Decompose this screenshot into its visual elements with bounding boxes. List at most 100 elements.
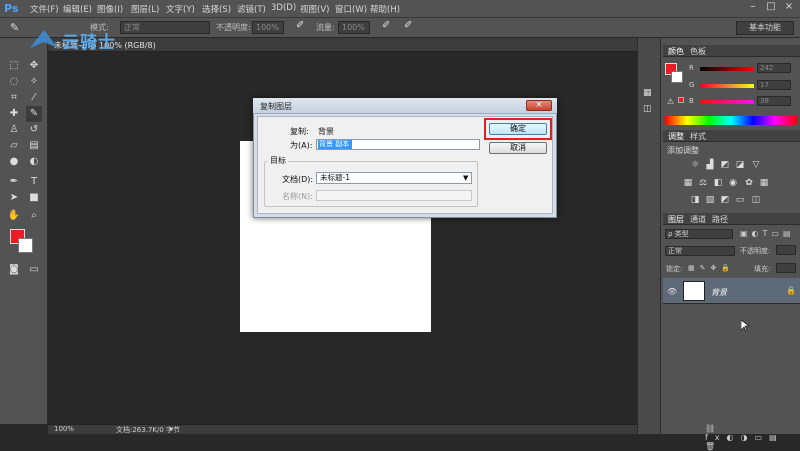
- exposure-icon[interactable]: ◪: [735, 160, 745, 170]
- blur-tool-icon[interactable]: ●: [6, 154, 22, 170]
- brush-preset-icon[interactable]: ✎: [10, 21, 26, 35]
- color-spectrum-bar[interactable]: [665, 116, 797, 125]
- photo-filter-icon[interactable]: ◉: [728, 178, 738, 188]
- pressure-opacity-icon[interactable]: ✐: [296, 20, 304, 31]
- history-brush-tool-icon[interactable]: ↺: [26, 122, 42, 138]
- workspace-select[interactable]: 基本功能: [736, 21, 794, 35]
- screen-mode-icon[interactable]: ▭: [26, 262, 42, 278]
- watermark-text: 云骑士: [62, 33, 116, 53]
- lasso-tool-icon[interactable]: ◌: [6, 74, 22, 90]
- layer-footer-icons[interactable]: ⛓fx◐◑▭▤🗑: [705, 424, 800, 451]
- selective-color-icon[interactable]: ◫: [751, 195, 761, 205]
- copy-source-value: 背景: [318, 127, 334, 136]
- fill-input[interactable]: [776, 263, 796, 273]
- menu-edit[interactable]: 编辑(E): [63, 3, 92, 15]
- curves-icon[interactable]: ◩: [720, 160, 730, 170]
- gradient-map-icon[interactable]: ▭: [735, 195, 745, 205]
- r-slider[interactable]: [700, 67, 754, 71]
- history-panel-icon[interactable]: ▦: [643, 88, 652, 98]
- brightness-icon[interactable]: ☼: [690, 160, 700, 170]
- zoom-tool-icon[interactable]: ⌕: [26, 208, 42, 224]
- status-menu-arrow-icon[interactable]: ▸: [170, 425, 174, 433]
- layer-visibility-eye-icon[interactable]: 👁: [667, 287, 677, 296]
- quick-mask-icon[interactable]: ◙: [6, 262, 22, 278]
- properties-panel-icon[interactable]: ◫: [643, 104, 652, 114]
- type-tool-icon[interactable]: T: [26, 174, 42, 190]
- mode-select[interactable]: 正常: [120, 21, 210, 34]
- color-lookup-icon[interactable]: ▦: [759, 178, 769, 188]
- background-color-swatch[interactable]: [18, 238, 33, 253]
- menu-layer[interactable]: 图层(L): [131, 3, 159, 15]
- tab-channels[interactable]: 通道: [690, 214, 706, 225]
- zoom-level[interactable]: 100%: [54, 425, 74, 433]
- gradient-tool-icon[interactable]: ▤: [26, 138, 42, 154]
- layer-filter-icons[interactable]: ▣◐T▭▤: [740, 229, 795, 238]
- g-slider[interactable]: [700, 84, 754, 88]
- layer-name[interactable]: 背景: [711, 287, 727, 298]
- tab-color[interactable]: 颜色: [668, 46, 684, 57]
- destination-document-select[interactable]: 未标题-1: [316, 172, 472, 184]
- hue-saturation-icon[interactable]: ▦: [683, 178, 693, 188]
- crop-tool-icon[interactable]: ⌗: [6, 90, 22, 106]
- ok-button[interactable]: 确定: [489, 123, 547, 135]
- marquee-tool-icon[interactable]: ⬚: [6, 58, 22, 74]
- r-value-input[interactable]: 242: [757, 63, 791, 73]
- pen-tool-icon[interactable]: ✒: [6, 174, 22, 190]
- quick-select-tool-icon[interactable]: ✧: [26, 74, 42, 90]
- dialog-close-button[interactable]: ×: [526, 100, 552, 111]
- g-value-input[interactable]: 17: [757, 80, 791, 90]
- panel-background-swatch[interactable]: [671, 71, 683, 83]
- opacity-input[interactable]: 100%: [252, 21, 284, 34]
- flow-input[interactable]: 100%: [338, 21, 370, 34]
- b-value-input[interactable]: 38: [757, 96, 791, 106]
- chevron-down-icon[interactable]: ▼: [463, 174, 468, 182]
- dodge-tool-icon[interactable]: ◐: [26, 154, 42, 170]
- menu-3d[interactable]: 3D(D): [271, 3, 296, 13]
- minimize-button[interactable]: –: [744, 1, 762, 15]
- b-slider[interactable]: [700, 100, 754, 104]
- lock-icons[interactable]: ▦✎✥🔒: [688, 264, 735, 272]
- menu-view[interactable]: 视图(V): [300, 3, 329, 15]
- blend-mode-select[interactable]: 正常: [665, 246, 735, 256]
- maximize-button[interactable]: □: [762, 1, 780, 15]
- menu-filter[interactable]: 滤镜(T): [237, 3, 266, 15]
- menu-window[interactable]: 窗口(W): [335, 3, 367, 15]
- channel-mixer-icon[interactable]: ✿: [744, 178, 754, 188]
- path-select-tool-icon[interactable]: ➤: [6, 190, 22, 206]
- tab-styles[interactable]: 样式: [690, 131, 706, 142]
- posterize-icon[interactable]: ▧: [705, 195, 715, 205]
- airbrush-icon[interactable]: ✐: [382, 20, 390, 31]
- cancel-button[interactable]: 取消: [489, 142, 547, 154]
- menu-file[interactable]: 文件(F): [30, 3, 59, 15]
- gamut-swatch[interactable]: [678, 97, 684, 103]
- layer-opacity-input[interactable]: [776, 245, 796, 255]
- stamp-tool-icon[interactable]: ♙: [6, 122, 22, 138]
- new-layer-name-selected-text[interactable]: 背景 副本: [318, 140, 352, 149]
- hand-tool-icon[interactable]: ✋: [6, 208, 22, 224]
- eraser-tool-icon[interactable]: ▱: [6, 138, 22, 154]
- levels-icon[interactable]: ▟: [705, 160, 715, 170]
- menu-image[interactable]: 图像(I): [97, 3, 123, 15]
- tab-paths[interactable]: 路径: [712, 214, 728, 225]
- black-white-icon[interactable]: ◧: [713, 178, 723, 188]
- menu-select[interactable]: 选择(S): [202, 3, 231, 15]
- pressure-size-icon[interactable]: ✐: [404, 20, 412, 31]
- tab-adjustments[interactable]: 调整: [668, 131, 684, 142]
- tab-layers[interactable]: 图层: [668, 214, 684, 225]
- dialog-titlebar[interactable]: [253, 98, 557, 114]
- layer-filter-select[interactable]: ρ 类型: [665, 229, 733, 239]
- vibrance-icon[interactable]: ▽: [751, 160, 761, 170]
- brush-tool-icon[interactable]: ✎: [26, 106, 42, 122]
- invert-icon[interactable]: ◨: [690, 195, 700, 205]
- color-balance-icon[interactable]: ⚖: [698, 178, 708, 188]
- menu-type[interactable]: 文字(Y): [166, 3, 195, 15]
- eyedropper-tool-icon[interactable]: ⁄: [26, 90, 42, 106]
- move-tool-icon[interactable]: ✥: [26, 58, 42, 74]
- lock-label: 锁定:: [666, 265, 683, 273]
- shape-tool-icon[interactable]: ■: [26, 190, 42, 206]
- close-window-button[interactable]: ×: [780, 1, 798, 15]
- menu-help[interactable]: 帮助(H): [370, 3, 400, 15]
- tab-swatches[interactable]: 色板: [690, 46, 706, 57]
- healing-tool-icon[interactable]: ✚: [6, 106, 22, 122]
- threshold-icon[interactable]: ◩: [720, 195, 730, 205]
